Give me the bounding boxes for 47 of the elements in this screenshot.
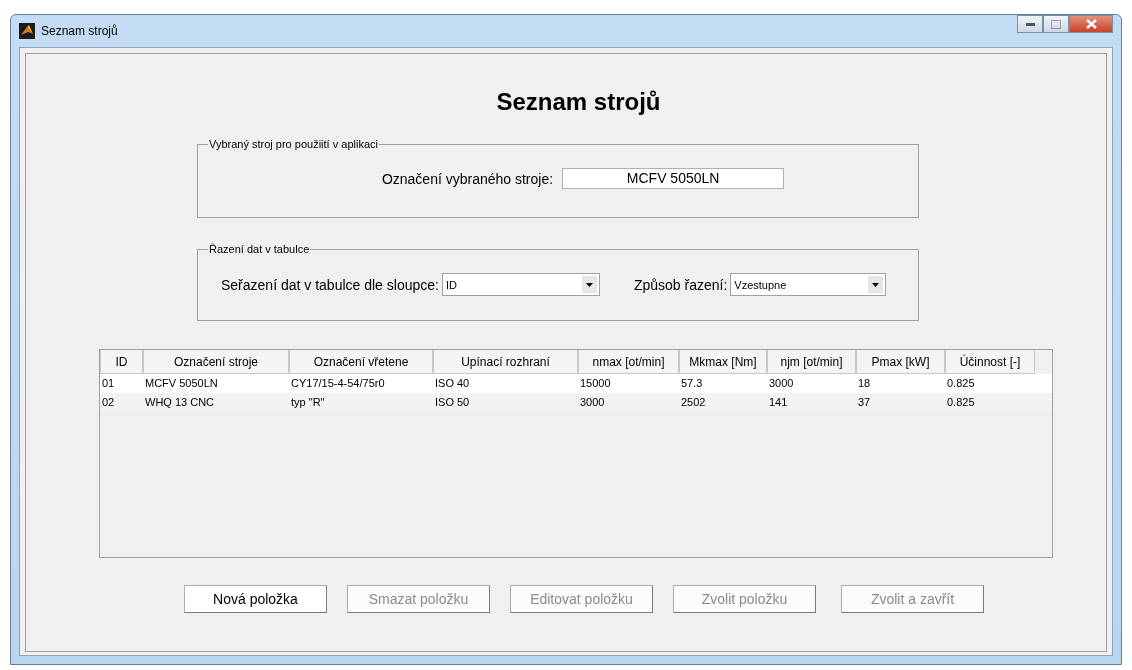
field-label: Způsob řazení: [633, 276, 728, 293]
table-cell-text: CY17/15-4-54/75r0 [290, 376, 386, 391]
panel-title: Vybraný stroj pro použiití v aplikaci [208, 138, 379, 150]
table-cell-text: ISO 50 [434, 395, 471, 410]
field-label: Seřazení dat v tabulce dle sloupce: [221, 276, 439, 293]
table-cell-text: 2502 [680, 395, 707, 410]
table-cell-text: 15000 [579, 376, 612, 391]
minimize-icon [1025, 22, 1035, 26]
table-cell-text: 37 [857, 395, 872, 410]
table-cell-text: ISO 40 [434, 376, 471, 391]
action-button[interactable]: Nová položka [184, 585, 327, 613]
selected-machine-field[interactable]: MCFV 5050LN [562, 168, 785, 189]
column-header[interactable]: Upínací rozhraní [433, 350, 578, 374]
maximize-button[interactable] [1043, 15, 1069, 33]
column-header[interactable]: Účinnost [-] [945, 350, 1035, 374]
table-cell-text: 0.825 [946, 395, 976, 410]
page-heading: Seznam strojů [495, 88, 662, 116]
table-cell-text: 0.825 [946, 376, 976, 391]
table-cell-text: 01 [101, 376, 116, 391]
table-cell-text: 18 [857, 376, 872, 391]
caret-icon [581, 276, 597, 293]
column-header[interactable]: Pmax [kW] [856, 350, 945, 374]
column-header[interactable]: Označení vřetene [289, 350, 433, 374]
caret-icon [868, 276, 884, 293]
app-icon [19, 23, 35, 39]
sort-order-dropdown[interactable]: Vzestupne [730, 273, 887, 296]
column-header[interactable]: Označení stroje [143, 350, 289, 374]
minimize-button[interactable] [1017, 15, 1043, 33]
field-label: Označení vybraného stroje: [381, 170, 554, 187]
column-header[interactable]: nmax [ot/min] [578, 350, 679, 374]
panel-title: Řazení dat v tabulce [208, 243, 311, 255]
sort-column-dropdown[interactable]: ID [441, 273, 600, 296]
table-cell-text: 57.3 [680, 376, 704, 391]
table-cell-text: MCFV 5050LN [144, 376, 219, 391]
column-header[interactable]: ID [100, 350, 143, 374]
table-cell-text: 02 [101, 395, 116, 410]
table-cell-text: 3000 [579, 395, 606, 410]
table-cell-text: 141 [768, 395, 789, 410]
close-button[interactable] [1069, 15, 1113, 33]
table-cell-text: WHQ 13 CNC [144, 395, 216, 410]
column-header[interactable]: Mkmax [Nm] [679, 350, 767, 374]
window-title: Seznam strojů [41, 24, 118, 38]
maximize-icon [1051, 19, 1061, 29]
table-cell-text: typ "R" [290, 395, 326, 410]
close-icon [1085, 19, 1097, 29]
table-cell-text: 3000 [768, 376, 795, 391]
column-header[interactable]: njm [ot/min] [767, 350, 856, 374]
